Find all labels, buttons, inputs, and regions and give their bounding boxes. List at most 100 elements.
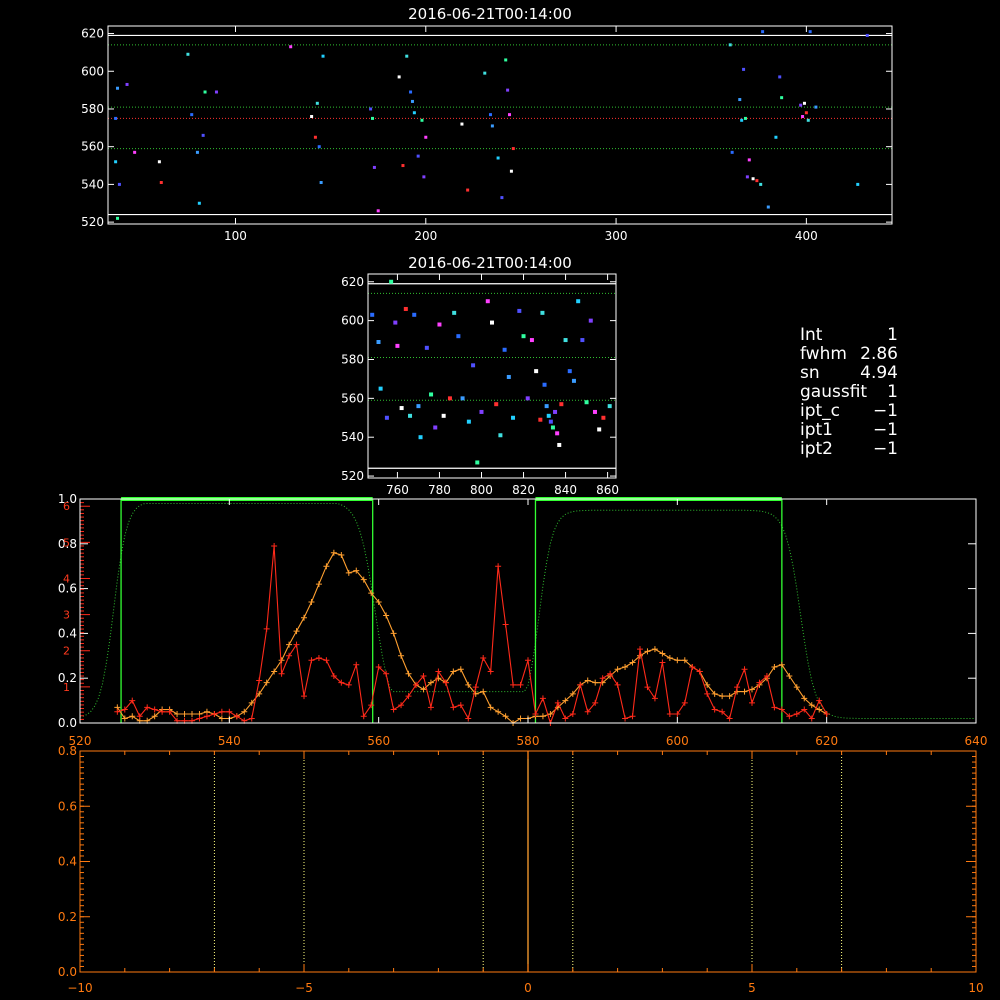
data-point	[433, 425, 438, 430]
data-point	[116, 216, 120, 220]
data-point	[502, 347, 507, 352]
fit-info-panel: Int 1 fwhm 2.86 sn 4.94gaussfit 1 ipt_c −1 ipt1 −1…	[800, 325, 898, 459]
x-tick-label: 800	[470, 483, 493, 497]
top-scatter-title: 2016-06-21T00:14:00	[408, 5, 572, 23]
red-data-point	[278, 670, 285, 677]
data-point	[125, 82, 129, 86]
orange-data-point	[517, 715, 524, 722]
data-point	[460, 122, 464, 126]
orange-data-point	[771, 664, 778, 670]
data-point	[195, 150, 199, 154]
data-point	[456, 334, 461, 339]
data-point	[592, 409, 597, 414]
data-point	[508, 113, 512, 117]
red-data-point	[816, 697, 823, 704]
data-point	[429, 392, 434, 397]
red-data-point	[510, 681, 517, 688]
orange-data-point	[301, 614, 307, 621]
red-data-point	[711, 706, 718, 713]
data-point	[319, 181, 323, 185]
data-point	[490, 320, 494, 325]
x-tick-label: 5	[748, 981, 756, 995]
orange-data-point	[293, 628, 300, 635]
orange-series-line	[116, 552, 827, 724]
data-point	[563, 338, 568, 343]
red-data-point	[666, 711, 673, 718]
data-point	[740, 118, 744, 122]
orange-data-point	[129, 713, 136, 720]
y-tick-label: 600	[341, 314, 364, 328]
red-data-point	[301, 693, 307, 700]
data-point	[371, 116, 375, 120]
x-tick-label: 400	[795, 229, 818, 243]
middle-scatter-content: 760 780 800 820 840 860 520 540 560 580 600 620	[341, 274, 619, 497]
x-tick-label: 840	[554, 483, 577, 497]
y-tick-label: 0.6	[58, 799, 77, 813]
data-point	[555, 431, 560, 436]
red-data-point	[218, 708, 225, 715]
data-point	[546, 413, 551, 418]
data-point	[506, 374, 511, 379]
data-point	[500, 196, 504, 200]
orange-data-point	[181, 711, 188, 718]
red-tick-label: 1	[63, 681, 70, 694]
filter-profile-line	[79, 503, 976, 719]
data-point	[389, 279, 394, 284]
orange-data-point	[726, 693, 733, 700]
red-tick-label: 3	[63, 609, 70, 622]
data-point	[410, 99, 414, 103]
data-point	[584, 400, 589, 405]
data-point	[310, 115, 314, 119]
x-tick-label: 560	[367, 734, 390, 748]
data-point	[452, 310, 457, 315]
data-point	[525, 396, 530, 401]
orange-data-point	[330, 549, 337, 556]
red-data-point	[263, 625, 270, 632]
data-point	[409, 90, 413, 94]
data-point	[214, 90, 218, 94]
data-point	[376, 209, 380, 213]
data-point	[114, 116, 118, 120]
data-point	[806, 118, 810, 122]
data-point	[511, 147, 515, 151]
data-point	[576, 299, 581, 304]
data-point	[557, 442, 562, 447]
info-value: 1	[887, 325, 898, 345]
red-data-point	[502, 621, 509, 628]
data-point	[403, 306, 408, 311]
figure-canvas: 2016-06-21T00:14:00 100 200 300 40052054056…	[58, 5, 988, 995]
middle-scatter-frame	[367, 273, 617, 479]
data-point	[728, 43, 732, 47]
data-point	[485, 299, 490, 304]
data-point	[117, 182, 121, 186]
data-point	[201, 133, 205, 137]
data-point	[607, 404, 612, 409]
orange-data-point	[286, 641, 293, 648]
orange-data-point	[480, 688, 487, 695]
red-data-point	[823, 711, 830, 718]
orange-data-point	[651, 646, 658, 653]
data-point	[483, 71, 487, 75]
data-point	[761, 30, 765, 34]
data-point	[730, 150, 734, 154]
data-point	[159, 181, 163, 185]
data-point	[742, 67, 746, 71]
data-point	[197, 201, 201, 205]
data-point	[372, 165, 376, 169]
red-data-point	[286, 652, 293, 659]
red-data-point	[450, 704, 457, 711]
red-data-point	[323, 657, 330, 664]
red-data-point	[435, 668, 442, 675]
red-data-point	[681, 699, 688, 706]
orange-data-point	[592, 679, 599, 686]
red-tick-label: 5	[63, 536, 70, 549]
red-data-point	[659, 659, 666, 666]
data-point	[424, 345, 429, 350]
orange-data-point	[308, 599, 315, 606]
data-point	[504, 58, 508, 62]
red-tick-label: 4	[63, 572, 70, 585]
data-point	[751, 177, 755, 181]
orange-data-point	[390, 630, 397, 637]
data-point	[780, 96, 784, 100]
red-data-point	[734, 684, 741, 691]
